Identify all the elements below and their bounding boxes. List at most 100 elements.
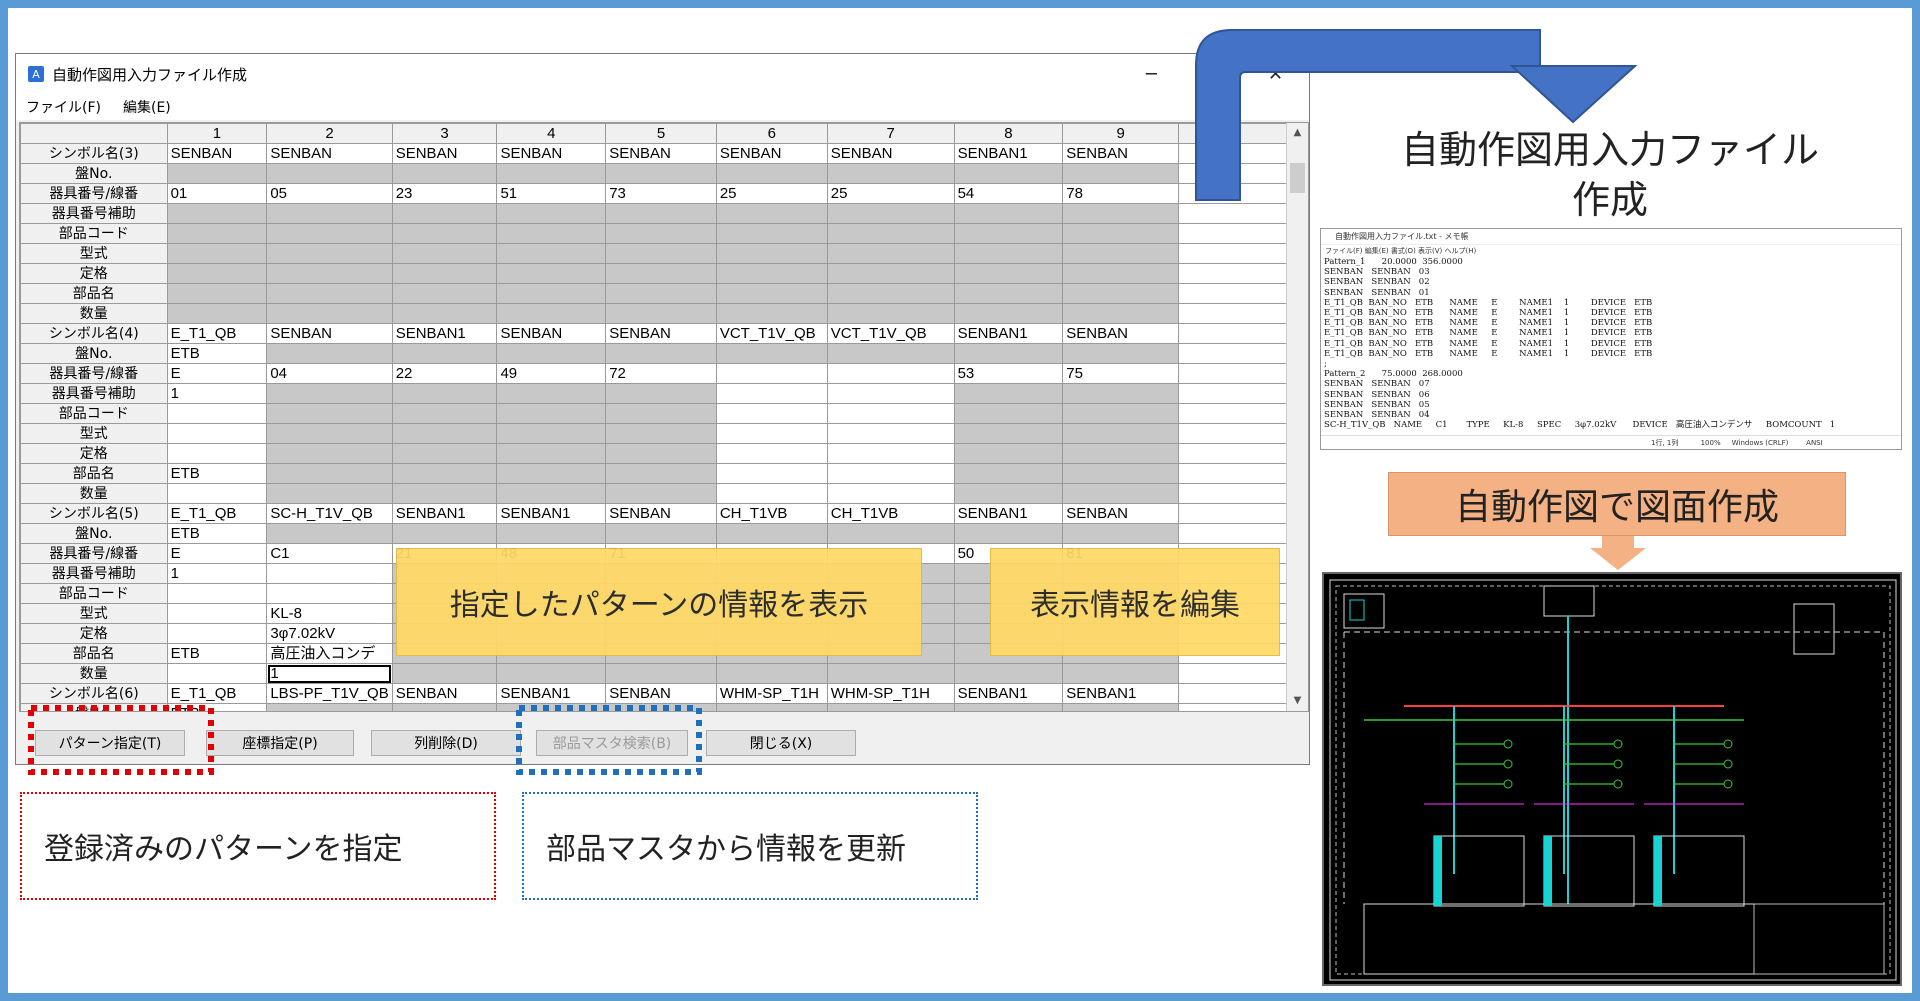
- grid-cell[interactable]: SENBAN: [605, 143, 717, 164]
- grid-cell[interactable]: [496, 443, 607, 464]
- grid-cell[interactable]: SENBAN: [826, 143, 955, 164]
- grid-cell[interactable]: [266, 163, 393, 184]
- grid-cell[interactable]: [1062, 223, 1179, 244]
- grid-cell[interactable]: [1062, 443, 1179, 464]
- grid-cell[interactable]: [266, 523, 393, 544]
- grid-cell[interactable]: [953, 303, 1064, 324]
- grid-cell[interactable]: 53: [953, 363, 1064, 384]
- grid-cell[interactable]: [1062, 703, 1179, 711]
- grid-cell[interactable]: [715, 203, 828, 224]
- grid-cell[interactable]: [715, 343, 828, 364]
- grid-cell[interactable]: [715, 383, 828, 404]
- grid-cell[interactable]: [166, 483, 268, 504]
- grid-cell[interactable]: [826, 223, 955, 244]
- grid-cell[interactable]: [1062, 203, 1179, 224]
- grid-cell[interactable]: [826, 283, 955, 304]
- grid-cell[interactable]: [496, 343, 607, 364]
- grid-cell[interactable]: [605, 203, 717, 224]
- grid-cell[interactable]: [266, 463, 393, 484]
- grid-cell[interactable]: SENBAN1: [391, 503, 498, 524]
- grid-cell[interactable]: [1062, 383, 1179, 404]
- grid-cell[interactable]: [496, 403, 607, 424]
- grid-cell[interactable]: [715, 483, 828, 504]
- grid-cell[interactable]: 23: [391, 183, 498, 204]
- grid-cell[interactable]: [391, 263, 498, 284]
- grid-cell[interactable]: [826, 443, 955, 464]
- grid-cell[interactable]: [391, 163, 498, 184]
- grid-cell[interactable]: [953, 343, 1064, 364]
- grid-cell[interactable]: 05: [266, 183, 393, 204]
- grid-cell[interactable]: [605, 223, 717, 244]
- grid-cell[interactable]: [715, 303, 828, 324]
- close-window-button[interactable]: 閉じる(X): [706, 730, 856, 756]
- grid-cell[interactable]: [605, 663, 717, 684]
- grid-cell[interactable]: SENBAN1: [953, 683, 1064, 704]
- grid-cell[interactable]: SENBAN1: [953, 323, 1064, 344]
- grid-cell[interactable]: [496, 303, 607, 324]
- grid-cell[interactable]: [391, 423, 498, 444]
- grid-cell[interactable]: [953, 663, 1064, 684]
- grid-cell[interactable]: LBS-PF_T1V_QB: [266, 683, 393, 704]
- grid-cell[interactable]: [715, 523, 828, 544]
- grid-cell[interactable]: [715, 463, 828, 484]
- grid-cell[interactable]: [715, 703, 828, 711]
- grid-cell[interactable]: [826, 383, 955, 404]
- grid-cell[interactable]: SENBAN: [1062, 143, 1179, 164]
- grid-cell[interactable]: SENBAN: [166, 143, 268, 164]
- minimize-button[interactable]: ─: [1146, 64, 1157, 85]
- grid-cell[interactable]: ETB: [166, 523, 268, 544]
- grid-cell[interactable]: [715, 163, 828, 184]
- grid-cell[interactable]: [166, 443, 268, 464]
- grid-cell[interactable]: SENBAN: [1062, 503, 1179, 524]
- grid-cell[interactable]: [953, 423, 1064, 444]
- grid-cell[interactable]: [953, 403, 1064, 424]
- grid-cell[interactable]: SENBAN: [496, 143, 607, 164]
- grid-cell[interactable]: WHM-SP_T1H: [826, 683, 955, 704]
- grid-cell[interactable]: CH_T1VB: [826, 503, 955, 524]
- grid-cell[interactable]: ETB: [166, 643, 268, 664]
- grid-cell[interactable]: [605, 483, 717, 504]
- grid-cell[interactable]: [496, 163, 607, 184]
- grid-cell[interactable]: [1062, 663, 1179, 684]
- grid-cell[interactable]: SENBAN: [266, 143, 393, 164]
- grid-cell[interactable]: [1062, 483, 1179, 504]
- grid-cell[interactable]: [391, 483, 498, 504]
- grid-cell[interactable]: [496, 663, 607, 684]
- grid-cell[interactable]: [826, 343, 955, 364]
- grid-cell[interactable]: [266, 203, 393, 224]
- grid-cell[interactable]: [953, 443, 1064, 464]
- grid-cell[interactable]: [1062, 283, 1179, 304]
- grid-cell[interactable]: E: [166, 543, 268, 564]
- grid-cell[interactable]: SENBAN: [605, 323, 717, 344]
- grid-cell[interactable]: [391, 303, 498, 324]
- grid-cell[interactable]: 75: [1062, 363, 1179, 384]
- grid-cell[interactable]: [715, 423, 828, 444]
- grid-cell[interactable]: [826, 203, 955, 224]
- grid-cell[interactable]: [266, 403, 393, 424]
- column-header[interactable]: 1: [166, 123, 268, 144]
- grid-cell[interactable]: [266, 223, 393, 244]
- grid-cell[interactable]: 3φ7.02kV: [266, 623, 393, 644]
- grid-cell[interactable]: 49: [496, 363, 607, 384]
- grid-cell[interactable]: [826, 523, 955, 544]
- grid-cell[interactable]: [826, 403, 955, 424]
- grid-cell[interactable]: [266, 443, 393, 464]
- grid-cell[interactable]: [166, 303, 268, 324]
- grid-cell[interactable]: [391, 663, 498, 684]
- grid-cell[interactable]: [391, 283, 498, 304]
- grid-cell[interactable]: SENBAN: [266, 323, 393, 344]
- grid-cell[interactable]: [266, 383, 393, 404]
- grid-cell[interactable]: SENBAN1: [953, 143, 1064, 164]
- grid-cell[interactable]: [166, 263, 268, 284]
- grid-cell[interactable]: [953, 483, 1064, 504]
- grid-cell[interactable]: 25: [715, 183, 828, 204]
- grid-cell[interactable]: C1: [266, 543, 393, 564]
- grid-cell[interactable]: [953, 243, 1064, 264]
- grid-cell[interactable]: 高圧油入コンデ: [266, 643, 393, 664]
- grid-cell[interactable]: [166, 243, 268, 264]
- grid-cell[interactable]: [496, 223, 607, 244]
- grid-cell[interactable]: [1062, 343, 1179, 364]
- grid-cell[interactable]: [1062, 403, 1179, 424]
- grid-cell[interactable]: SENBAN: [1062, 323, 1179, 344]
- grid-cell[interactable]: [1062, 423, 1179, 444]
